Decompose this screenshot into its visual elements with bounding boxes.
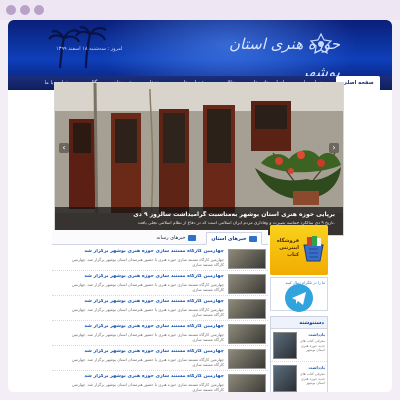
news-thumbnail[interactable]: [228, 249, 266, 269]
slider-title[interactable]: برپایی حوزه هنری استان بوشهر به‌مناسبت گ…: [65, 211, 335, 218]
news-description: چهارمین کارگاه مستند سازی حوزه هنری با ح…: [71, 307, 224, 317]
header-date: امروز : سه‌شنبه ۱۸ اسفند ۱۳۹۹: [56, 46, 123, 52]
news-thumbnail[interactable]: [228, 324, 266, 344]
note-title[interactable]: یادداشت: [297, 332, 325, 337]
note-thumbnail[interactable]: [273, 332, 297, 359]
site-header: امروز : سه‌شنبه ۱۸ اسفند ۱۳۹۹ حوزه هنری …: [8, 20, 392, 76]
window-dot[interactable]: [6, 5, 16, 15]
news-tabs: خبرهای استان خبرهای رسانه: [52, 230, 268, 245]
news-title[interactable]: چهارمین کارگاه مستند سازی حوزه هنری بوشه…: [64, 374, 224, 379]
news-item[interactable]: چهارمین کارگاه مستند سازی حوزه هنری بوشه…: [52, 246, 268, 271]
news-description: چهارمین کارگاه مستند سازی حوزه هنری با ح…: [71, 357, 224, 367]
window-dot[interactable]: [20, 5, 30, 15]
web-page: امروز : سه‌شنبه ۱۸ اسفند ۱۳۹۹ حوزه هنری …: [8, 20, 392, 392]
telegram-icon: [285, 284, 313, 312]
bookstore-banner-text: فروشگاه اینترنتی کتاب: [276, 238, 299, 258]
tab-province-news-label: خبرهای استان: [211, 236, 247, 242]
window-dot[interactable]: [34, 5, 44, 15]
news-tab-icon: [248, 235, 257, 242]
tab-province-news[interactable]: خبرهای استان: [206, 232, 262, 245]
tab-media-news-label: خبرهای رسانه: [156, 235, 186, 241]
news-thumbnail[interactable]: [228, 374, 266, 392]
note-description: معرفی کتاب های جدید حوزه هنری استان بوشه…: [299, 339, 325, 352]
news-description: چهارمین کارگاه مستند سازی حوزه هنری با ح…: [71, 382, 224, 392]
news-description: چهارمین کارگاه مستند سازی حوزه هنری با ح…: [71, 282, 224, 292]
news-title[interactable]: چهارمین کارگاه مستند سازی حوزه هنری بوشه…: [64, 274, 224, 279]
window-titlebar: [0, 0, 400, 20]
news-item[interactable]: چهارمین کارگاه مستند سازی حوزه هنری بوشه…: [52, 321, 268, 346]
browser-window: امروز : سه‌شنبه ۱۸ اسفند ۱۳۹۹ حوزه هنری …: [0, 0, 400, 400]
note-item[interactable]: یادداشت معرفی کتاب های جدید حوزه هنری اس…: [271, 362, 327, 392]
news-title[interactable]: چهارمین کارگاه مستند سازی حوزه هنری بوشه…: [64, 324, 224, 329]
news-thumbnail[interactable]: [228, 299, 266, 319]
news-title[interactable]: چهارمین کارگاه مستند سازی حوزه هنری بوشه…: [64, 299, 224, 304]
news-description: چهارمین کارگاه مستند سازی حوزه هنری با ح…: [71, 257, 224, 267]
note-title[interactable]: یادداشت: [297, 365, 325, 370]
news-item[interactable]: چهارمین کارگاه مستند سازی حوزه هنری بوشه…: [52, 296, 268, 321]
news-item[interactable]: چهارمین کارگاه مستند سازی حوزه هنری بوشه…: [52, 271, 268, 296]
tab-media-news[interactable]: خبرهای رسانه: [150, 232, 202, 245]
news-description: چهارمین کارگاه مستند سازی حوزه هنری با ح…: [71, 332, 224, 342]
news-thumbnail[interactable]: [228, 274, 266, 294]
news-thumbnail[interactable]: [228, 349, 266, 369]
image-slider[interactable]: ‹ › برپایی حوزه هنری استان بوشهر به‌مناس…: [54, 82, 344, 236]
news-title[interactable]: چهارمین کارگاه مستند سازی حوزه هنری بوشه…: [64, 349, 224, 354]
sidebar: فروشگاه اینترنتی کتاب ما را در تلگرام دن…: [270, 225, 328, 392]
notes-box-title: دستنوشته: [271, 317, 327, 329]
media-tab-icon: [187, 234, 196, 241]
slider-prev-icon[interactable]: ‹: [59, 143, 69, 153]
bookstore-banner[interactable]: فروشگاه اینترنتی کتاب: [270, 225, 328, 275]
news-item[interactable]: چهارمین کارگاه مستند سازی حوزه هنری بوشه…: [52, 371, 268, 392]
news-panel: خبرهای استان خبرهای رسانه چهارمین کارگاه…: [52, 230, 268, 392]
slider-next-icon[interactable]: ›: [329, 143, 339, 153]
shopping-basket-icon: [303, 236, 324, 262]
notes-box: دستنوشته یادداشت معرفی کتاب های جدید حوز…: [270, 316, 328, 392]
telegram-banner[interactable]: ما را در تلگرام دنبال کنید: [270, 277, 328, 312]
news-item[interactable]: چهارمین کارگاه مستند سازی حوزه هنری بوشه…: [52, 346, 268, 371]
note-item[interactable]: یادداشت معرفی کتاب های جدید حوزه هنری اس…: [271, 329, 327, 362]
logo-emblem-icon: [309, 32, 333, 55]
note-thumbnail[interactable]: [273, 365, 297, 392]
news-title[interactable]: چهارمین کارگاه مستند سازی حوزه هنری بوشه…: [64, 249, 224, 254]
news-list: چهارمین کارگاه مستند سازی حوزه هنری بوشه…: [52, 246, 268, 392]
note-description: معرفی کتاب های جدید حوزه هنری استان بوشه…: [299, 372, 325, 385]
